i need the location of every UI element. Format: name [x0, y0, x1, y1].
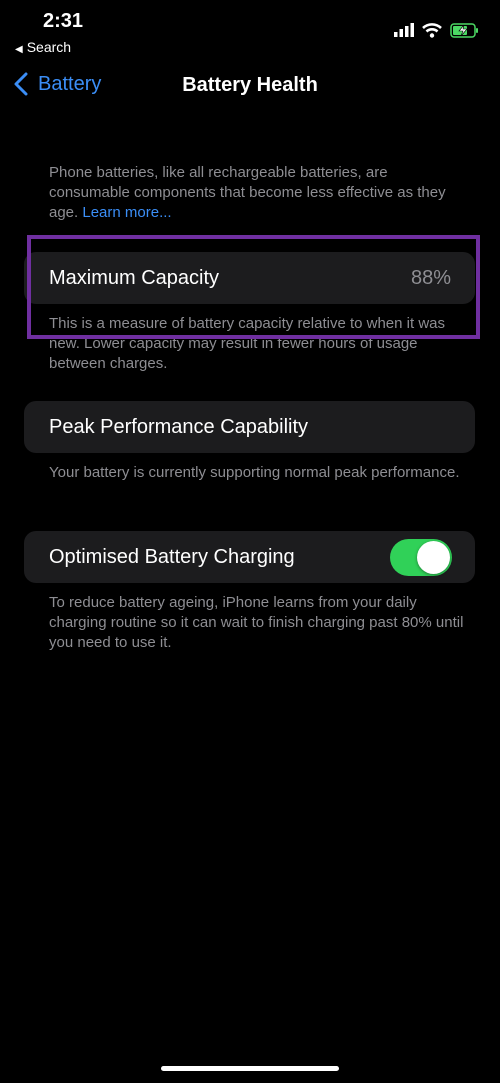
- status-icons: [394, 20, 480, 40]
- toggle-knob: [417, 541, 450, 574]
- optimised-charging-label: Optimised Battery Charging: [49, 546, 295, 568]
- back-arrow-icon: ◀: [15, 44, 23, 55]
- home-indicator[interactable]: [161, 1066, 339, 1071]
- wifi-icon: [422, 22, 442, 38]
- peak-performance-label: Peak Performance Capability: [49, 416, 309, 438]
- learn-more-link[interactable]: Learn more...: [82, 204, 171, 221]
- back-to-search-button[interactable]: ◀ Search: [15, 39, 71, 55]
- optimised-charging-toggle[interactable]: [390, 539, 452, 576]
- peak-performance-footer: Your battery is currently supporting nor…: [49, 464, 460, 481]
- highlight-box: [27, 235, 480, 339]
- page-title: Battery Health: [182, 74, 318, 96]
- status-time: 2:31: [43, 10, 84, 32]
- peak-performance-row: Peak Performance Capability: [24, 401, 475, 453]
- optimised-charging-row: Optimised Battery Charging: [24, 531, 475, 583]
- signal-icon: [394, 23, 414, 37]
- battery-charging-icon: [450, 22, 478, 38]
- intro-description: Phone batteries, like all rechargeable b…: [49, 163, 469, 223]
- back-app-label: Search: [26, 39, 72, 55]
- optimised-charging-footer: To reduce battery ageing, iPhone learns …: [49, 594, 464, 651]
